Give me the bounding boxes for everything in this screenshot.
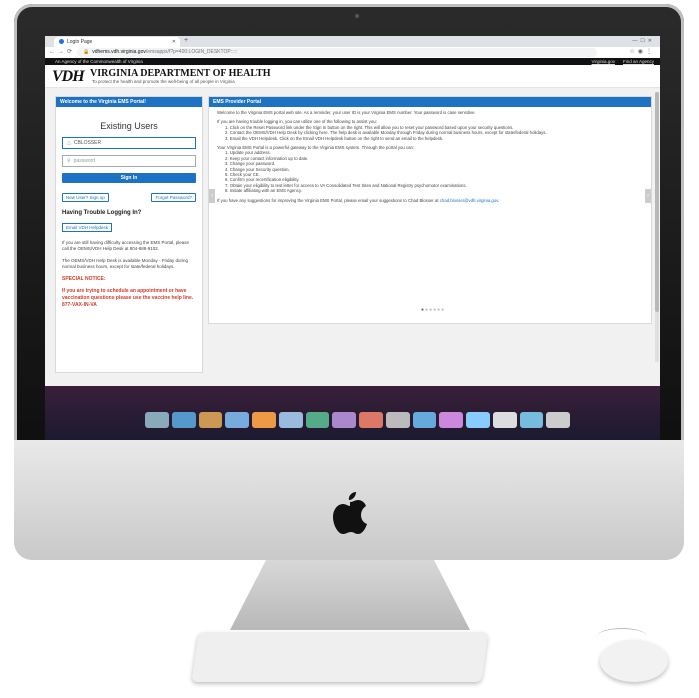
dock-app-icon[interactable] (412, 412, 437, 428)
carousel-dots[interactable]: ●●●●●● (421, 307, 445, 313)
browser-window: Login Page ✕ + —☐✕ ← → ⟳ 🔒 vdhems.vdh.vir… (45, 36, 660, 386)
dock[interactable] (145, 404, 570, 428)
apple-logo-icon (333, 492, 367, 534)
dock-app-icon[interactable] (278, 412, 303, 428)
carousel-dot[interactable]: ● (441, 307, 445, 313)
dock-app-icon[interactable] (332, 412, 356, 428)
page-scrollbar[interactable] (655, 92, 659, 362)
login-panel-title: Welcome to the Virginia EMS Portal! (56, 97, 202, 107)
trouble-step: 3. Email the VDH Helpdesk. Click on the … (225, 135, 444, 141)
url-path: /emsapps/f?p=400:LOGIN_DESKTOP::::: (145, 49, 238, 55)
vdh-logo[interactable]: VDH (52, 68, 85, 86)
virginia-gov-link[interactable]: Virginia.gov (592, 59, 615, 64)
dock-app-icon[interactable] (171, 412, 196, 428)
suggestion-text: If you have any suggestions for improvin… (217, 197, 439, 203)
site-header: VDH VIRGINIA DEPARTMENT OF HEALTH To pro… (45, 65, 660, 88)
agency-bar: An Agency of the Commonwealth of Virgini… (45, 58, 660, 65)
dock-app-icon[interactable] (439, 412, 463, 428)
email-helpdesk-button[interactable]: Email VDH Helpdesk (62, 223, 113, 232)
existing-users-heading: Existing Users (100, 121, 158, 131)
camera-icon (355, 14, 359, 18)
tab-login-page[interactable]: Login Page ✕ (54, 37, 180, 47)
lock-icon: 🔒 (83, 49, 90, 55)
dock-app-icon[interactable] (225, 412, 249, 428)
forward-icon[interactable]: → (58, 47, 64, 58)
dock-app-icon[interactable] (252, 412, 276, 428)
tab-favicon-icon (59, 39, 64, 44)
url-host: vdhems.vdh.virginia.gov (92, 49, 146, 55)
dock-app-icon[interactable] (198, 412, 223, 428)
window-controls[interactable]: —☐✕ (632, 36, 655, 46)
dock-app-icon[interactable] (466, 412, 490, 428)
back-icon[interactable]: ← (49, 47, 55, 58)
special-notice-text: If you are trying to schedule an appoint… (62, 288, 194, 308)
dock-app-icon[interactable] (492, 412, 517, 428)
password-placeholder: password (73, 158, 96, 164)
provider-portal-panel: EMS Provider Portal Welcome to the Virgi… (208, 96, 652, 324)
dock-app-icon[interactable] (546, 412, 570, 428)
close-icon[interactable]: ✕ (172, 37, 176, 47)
dock-app-icon[interactable] (145, 412, 169, 428)
tab-bar: Login Page ✕ + —☐✕ (45, 36, 660, 47)
extensions-icon[interactable]: ☆◉⋮ (629, 47, 655, 58)
help-hours-text: The OEMS/VDH Help Desk is available Mond… (62, 258, 189, 269)
username-field[interactable]: △ CBLOSSER (62, 137, 196, 149)
user-icon: △ (67, 140, 71, 146)
special-notice-label: SPECIAL NOTICE: (62, 276, 106, 282)
intro-text: Welcome to the Virginia EMS portal web s… (217, 110, 476, 115)
keyboard (191, 632, 489, 682)
gateway-step: 8. Initiate affiliating with an EMS Agen… (225, 188, 302, 194)
carousel-prev-button[interactable]: ‹ (209, 189, 215, 203)
suggestion-email-link[interactable]: chad.blosser@vdh.virginia.gov (440, 198, 498, 203)
find-agency-link[interactable]: Find an Agency (623, 59, 654, 64)
tab-title: Login Page (67, 39, 93, 45)
agency-text: An Agency of the Commonwealth of Virgini… (55, 59, 143, 64)
sign-in-button[interactable]: Sign In (62, 173, 196, 183)
url-input[interactable]: 🔒 vdhems.vdh.virginia.gov/emsapps/f?p=400… (77, 48, 597, 57)
new-tab-button[interactable]: + (184, 36, 188, 46)
site-title: VIRGINIA DEPARTMENT OF HEALTH (90, 68, 271, 79)
help-text: If you are still having difficulty acces… (62, 240, 189, 251)
monitor-stand (230, 560, 470, 630)
dock-app-icon[interactable] (519, 412, 544, 428)
suggestion-end: . (498, 197, 500, 203)
carousel-next-button[interactable]: › (645, 189, 651, 203)
sign-up-button[interactable]: New User? Sign up (62, 193, 109, 202)
dock-app-icon[interactable] (359, 412, 383, 428)
key-icon: ⚲ (67, 158, 71, 164)
provider-portal-body: Welcome to the Virginia EMS portal web s… (209, 107, 651, 203)
password-field[interactable]: ⚲ password (62, 155, 196, 167)
login-panel: Welcome to the Virginia EMS Portal! Exis… (55, 96, 203, 373)
site-tagline: To protect the health and promote the we… (92, 79, 235, 84)
reload-icon[interactable]: ⟳ (67, 47, 72, 58)
dock-app-icon[interactable] (385, 412, 410, 428)
mouse (600, 640, 668, 682)
forgot-password-button[interactable]: Forgot Password? (151, 193, 196, 202)
scrollbar-thumb[interactable] (655, 92, 659, 312)
provider-portal-title: EMS Provider Portal (209, 97, 651, 107)
trouble-heading: Having Trouble Logging In? (62, 210, 142, 216)
username-value: CBLOSSER (73, 140, 102, 146)
dock-app-icon[interactable] (305, 412, 330, 428)
